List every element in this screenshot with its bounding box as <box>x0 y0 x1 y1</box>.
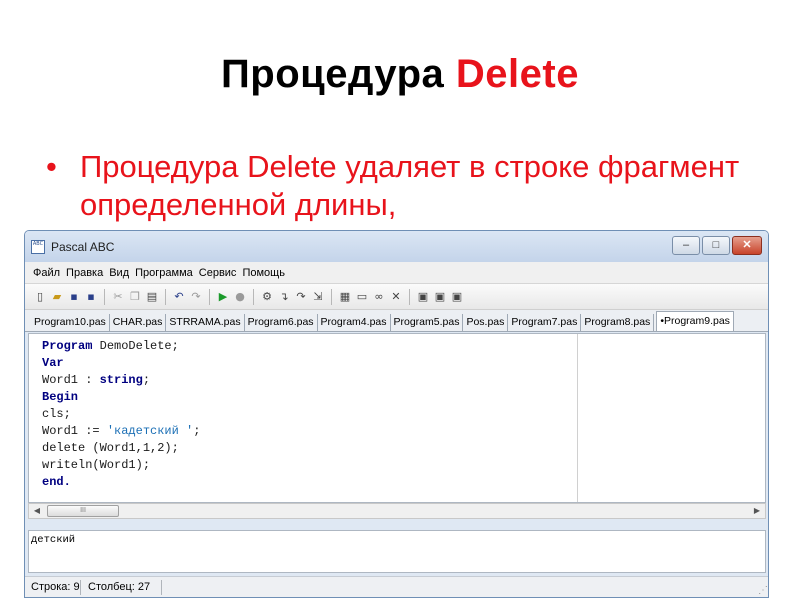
tab-program4[interactable]: Program4.pas <box>317 314 391 331</box>
output-window[interactable]: детский <box>28 530 766 573</box>
app-icon: ABC <box>31 239 45 254</box>
code-line: end. <box>42 474 200 491</box>
menu-service[interactable]: Сервис <box>199 267 237 279</box>
toolbar-separator <box>409 288 410 305</box>
code-text: Program DemoDelete; Var Word1 : string; … <box>42 338 200 491</box>
tab-program5[interactable]: Program5.pas <box>390 314 464 331</box>
step-into-icon[interactable]: ↴ <box>277 290 291 304</box>
slide-title-accent: Delete <box>455 52 579 96</box>
horizontal-scrollbar[interactable]: ◀ III ▶ <box>28 503 766 519</box>
pascal-abc-window: ABC Pascal ABC – □ ✕ Файл Правка Вид Про… <box>24 230 769 598</box>
code-string: 'кадетский ' <box>106 424 194 438</box>
run-icon[interactable]: ▶ <box>216 290 230 304</box>
output-text: детский <box>31 534 76 546</box>
code-text-span: ; <box>142 373 151 387</box>
code-line: Begin <box>42 389 200 406</box>
menu-program[interactable]: Программа <box>135 267 193 279</box>
tab-program8[interactable]: Program8.pas <box>581 314 655 331</box>
tab-program7[interactable]: Program7.pas <box>508 314 582 331</box>
tab-pos[interactable]: Pos.pas <box>463 314 509 331</box>
minimize-button[interactable]: – <box>672 236 700 255</box>
editor-margin-line <box>577 334 578 502</box>
status-line: Строка: 9 <box>31 581 80 593</box>
status-bar: Строка: 9 Столбец: 27 ⋰ <box>25 576 768 597</box>
code-text-span: Word1 := <box>42 424 107 438</box>
document-icon[interactable]: ▣ <box>433 290 447 304</box>
run-to-cursor-icon[interactable]: ⇲ <box>311 290 325 304</box>
status-column: Столбец: 27 <box>88 581 151 593</box>
code-line: Word1 : string; <box>42 372 200 389</box>
code-line: Var <box>42 355 200 372</box>
new-file-icon[interactable]: ▯ <box>33 290 47 304</box>
toolbar-separator <box>331 288 332 305</box>
tab-char[interactable]: CHAR.pas <box>109 314 167 331</box>
tab-program9-active[interactable]: •Program9.pas <box>656 311 734 331</box>
window-icon[interactable]: ▭ <box>355 290 369 304</box>
bullet-point: • Процедура Delete удаляет в строке фраг… <box>46 148 766 224</box>
resize-grip-icon[interactable]: ⋰ <box>758 585 768 596</box>
scroll-right-icon[interactable]: ▶ <box>749 504 765 518</box>
code-keyword: Program <box>42 339 93 353</box>
bullet-icon: • <box>46 149 57 184</box>
compile-icon[interactable]: ⚙ <box>260 290 274 304</box>
close-button[interactable]: ✕ <box>732 236 762 255</box>
cut-icon[interactable]: ✂ <box>111 290 125 304</box>
code-text-span: ; <box>193 424 201 438</box>
code-text-span: DemoDelete; <box>92 339 179 353</box>
code-line: writeln(Word1); <box>42 458 151 472</box>
menu-file[interactable]: Файл <box>33 267 60 279</box>
watch-icon[interactable]: ▦ <box>338 290 352 304</box>
menu-help[interactable]: Помощь <box>242 267 285 279</box>
stop-icon[interactable]: ● <box>233 290 247 304</box>
file-tabs: Program10.pas CHAR.pas STRRAMA.pas Progr… <box>25 310 768 332</box>
tab-program6[interactable]: Program6.pas <box>244 314 318 331</box>
code-keyword: Begin <box>42 390 79 404</box>
delete-icon[interactable]: ✕ <box>389 290 403 304</box>
step-over-icon[interactable]: ↷ <box>294 290 308 304</box>
save-icon[interactable]: ▪ <box>67 290 81 304</box>
eyeglasses-icon[interactable]: ∞ <box>372 290 386 304</box>
tab-strrama[interactable]: STRRAMA.pas <box>166 314 245 331</box>
status-divider <box>161 580 162 595</box>
menu-view[interactable]: Вид <box>109 267 129 279</box>
code-line: Program DemoDelete; <box>42 338 200 355</box>
save-all-icon[interactable]: ▪ <box>84 290 98 304</box>
document-icon[interactable]: ▣ <box>450 290 464 304</box>
document-icon[interactable]: ▣ <box>416 290 430 304</box>
code-line: Word1 := 'кадетский '; <box>42 423 200 440</box>
toolbar-separator <box>165 288 166 305</box>
maximize-button[interactable]: □ <box>702 236 730 255</box>
tab-program10[interactable]: Program10.pas <box>31 314 110 331</box>
bullet-text: Процедура Delete удаляет в строке фрагме… <box>80 149 740 222</box>
toolbar-separator <box>253 288 254 305</box>
code-keyword: string <box>99 373 143 387</box>
copy-icon[interactable]: ❐ <box>128 290 142 304</box>
code-editor[interactable]: Program DemoDelete; Var Word1 : string; … <box>28 333 766 503</box>
undo-icon[interactable]: ↶ <box>172 290 186 304</box>
paste-icon[interactable]: ▤ <box>145 290 159 304</box>
toolbar: ▯ ▰ ▪ ▪ ✂ ❐ ▤ ↶ ↷ ▶ ● ⚙ ↴ ↷ ⇲ ▦ ▭ ∞ ✕ ▣ … <box>25 284 768 310</box>
code-line: cls; <box>42 407 71 421</box>
toolbar-separator <box>209 288 210 305</box>
slide-title: Процедура Delete <box>0 52 800 97</box>
menu-edit[interactable]: Правка <box>66 267 103 279</box>
code-text-span: Word1 : <box>42 373 100 387</box>
slide-title-main: Процедура <box>221 52 456 96</box>
code-line: delete (Word1,1,2); <box>42 441 179 455</box>
scroll-thumb[interactable]: III <box>47 505 119 517</box>
scroll-left-icon[interactable]: ◀ <box>29 504 45 518</box>
window-title: Pascal ABC <box>51 239 115 254</box>
open-folder-icon[interactable]: ▰ <box>50 290 64 304</box>
code-keyword: end. <box>42 475 71 489</box>
code-keyword: Var <box>42 356 64 370</box>
menu-bar: Файл Правка Вид Программа Сервис Помощь <box>25 262 768 284</box>
title-bar[interactable]: ABC Pascal ABC – □ ✕ <box>25 231 768 262</box>
toolbar-separator <box>104 288 105 305</box>
redo-icon[interactable]: ↷ <box>189 290 203 304</box>
status-divider <box>80 580 81 595</box>
